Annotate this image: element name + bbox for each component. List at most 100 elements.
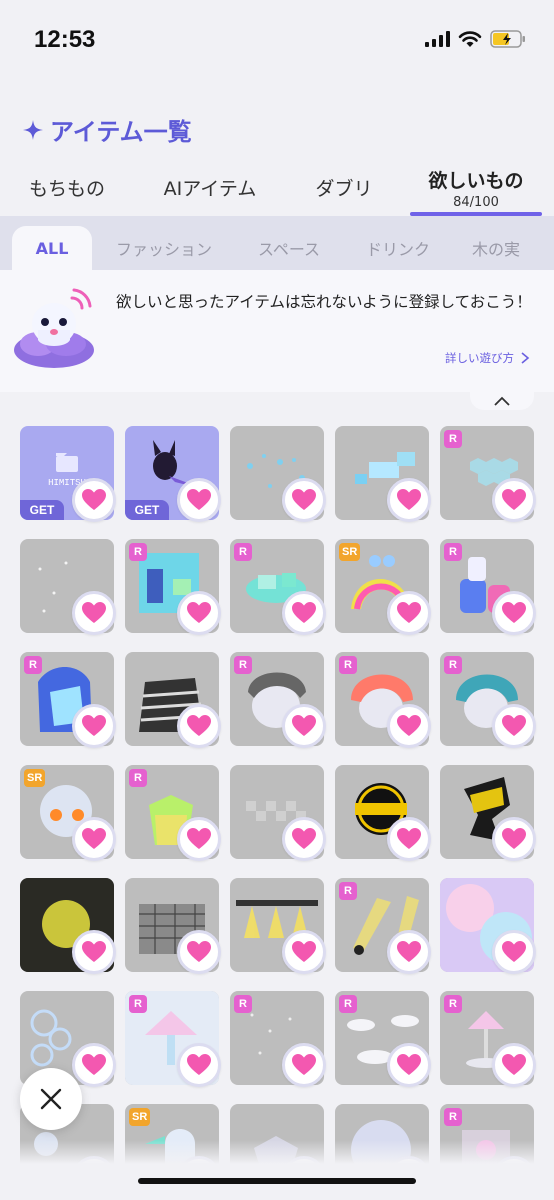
heart-icon <box>501 601 527 625</box>
heart-icon <box>291 714 317 738</box>
item-card[interactable]: R <box>440 426 536 522</box>
heart-icon <box>291 1053 317 1077</box>
item-card[interactable] <box>230 765 326 861</box>
category-tab-nuts[interactable]: 木の実 <box>456 226 536 270</box>
wishlist-heart-button[interactable] <box>387 817 431 861</box>
item-card[interactable]: R <box>20 652 116 748</box>
rarity-badge: R <box>234 656 252 674</box>
item-card[interactable] <box>20 878 116 974</box>
wishlist-heart-button[interactable] <box>282 930 326 974</box>
wishlist-heart-button[interactable] <box>282 817 326 861</box>
wishlist-heart-button[interactable] <box>72 930 116 974</box>
heart-icon <box>291 827 317 851</box>
tab-mochimono[interactable]: もちもの <box>12 160 122 216</box>
page-header: アイテム一覧 <box>22 112 192 147</box>
wishlist-heart-button[interactable] <box>492 704 536 748</box>
item-card[interactable]: SR <box>20 765 116 861</box>
wishlist-heart-button[interactable] <box>387 478 431 522</box>
rarity-badge: R <box>234 995 252 1013</box>
item-card[interactable]: R <box>335 878 431 974</box>
wishlist-count: 84/100 <box>453 195 499 210</box>
item-card[interactable] <box>335 426 431 522</box>
rarity-badge: R <box>444 656 462 674</box>
rarity-badge: SR <box>24 769 46 787</box>
heart-icon <box>186 940 212 964</box>
item-card[interactable]: R <box>230 539 326 635</box>
wishlist-heart-button[interactable] <box>177 817 221 861</box>
item-card[interactable]: SR <box>335 539 431 635</box>
item-card[interactable]: R <box>125 991 221 1087</box>
item-card[interactable] <box>440 878 536 974</box>
heart-icon <box>186 714 212 738</box>
wishlist-heart-button[interactable] <box>72 591 116 635</box>
tab-label: 欲しいもの <box>428 170 524 192</box>
wishlist-heart-button[interactable] <box>177 591 221 635</box>
category-tab-space[interactable]: スペース <box>240 226 338 270</box>
wishlist-heart-button[interactable] <box>492 817 536 861</box>
item-card[interactable]: R <box>230 991 326 1087</box>
page-title: アイテム一覧 <box>50 118 192 146</box>
heart-icon <box>81 940 107 964</box>
tab-ai-items[interactable]: AIアイテム <box>140 160 280 216</box>
category-tab-fashion[interactable]: ファッション <box>106 226 222 270</box>
rarity-badge: R <box>444 543 462 561</box>
item-card[interactable]: R <box>440 539 536 635</box>
item-card[interactable]: R <box>335 991 431 1087</box>
wishlist-heart-button[interactable] <box>492 930 536 974</box>
rarity-badge: R <box>339 882 357 900</box>
how-to-play-link[interactable]: 詳しい遊び方 <box>445 350 530 366</box>
item-card[interactable]: HIMITSU GET <box>20 426 116 522</box>
status-icons <box>425 30 526 48</box>
item-card[interactable] <box>230 878 326 974</box>
wishlist-heart-button[interactable] <box>387 591 431 635</box>
wishlist-heart-button[interactable] <box>387 704 431 748</box>
heart-icon <box>81 827 107 851</box>
item-card[interactable] <box>20 991 116 1087</box>
mascot-illustration <box>14 288 94 368</box>
wishlist-heart-button[interactable] <box>177 478 221 522</box>
wishlist-heart-button[interactable] <box>177 704 221 748</box>
wishlist-heart-button[interactable] <box>72 1043 116 1087</box>
rarity-badge: R <box>24 656 42 674</box>
tab-wishlist[interactable]: 欲しいもの 84/100 <box>410 160 542 216</box>
wishlist-heart-button[interactable] <box>282 1043 326 1087</box>
wishlist-heart-button[interactable] <box>492 478 536 522</box>
category-tab-all[interactable]: ALL <box>12 226 92 270</box>
wishlist-heart-button[interactable] <box>177 930 221 974</box>
item-card[interactable]: GET <box>125 426 221 522</box>
wishlist-heart-button[interactable] <box>387 1043 431 1087</box>
wishlist-heart-button[interactable] <box>492 1043 536 1087</box>
wishlist-heart-button[interactable] <box>282 478 326 522</box>
category-tab-drink[interactable]: ドリンク <box>352 226 444 270</box>
chevron-right-icon <box>521 352 530 364</box>
item-card[interactable]: R <box>125 765 221 861</box>
collapse-banner-button[interactable] <box>470 392 534 410</box>
wishlist-heart-button[interactable] <box>387 930 431 974</box>
rarity-badge: R <box>129 769 147 787</box>
item-card[interactable]: R <box>440 991 536 1087</box>
tab-duplicates[interactable]: ダブリ <box>294 160 394 216</box>
wishlist-heart-button[interactable] <box>177 1043 221 1087</box>
rarity-badge: R <box>129 995 147 1013</box>
wishlist-heart-button[interactable] <box>282 704 326 748</box>
wishlist-heart-button[interactable] <box>492 591 536 635</box>
wishlist-heart-button[interactable] <box>282 591 326 635</box>
item-card[interactable]: R <box>125 539 221 635</box>
close-button[interactable] <box>20 1068 82 1130</box>
item-card[interactable] <box>335 765 431 861</box>
battery-icon <box>490 30 525 48</box>
item-card[interactable] <box>20 539 116 635</box>
wishlist-heart-button[interactable] <box>72 478 116 522</box>
item-card[interactable]: R <box>440 652 536 748</box>
item-card[interactable] <box>230 426 326 522</box>
heart-icon <box>501 827 527 851</box>
signal-icon <box>425 31 450 47</box>
rarity-badge: R <box>234 543 252 561</box>
wishlist-heart-button[interactable] <box>72 704 116 748</box>
item-card[interactable] <box>440 765 536 861</box>
wishlist-heart-button[interactable] <box>72 817 116 861</box>
item-card[interactable] <box>125 652 221 748</box>
item-card[interactable]: R <box>230 652 326 748</box>
item-card[interactable]: R <box>335 652 431 748</box>
item-card[interactable] <box>125 878 221 974</box>
